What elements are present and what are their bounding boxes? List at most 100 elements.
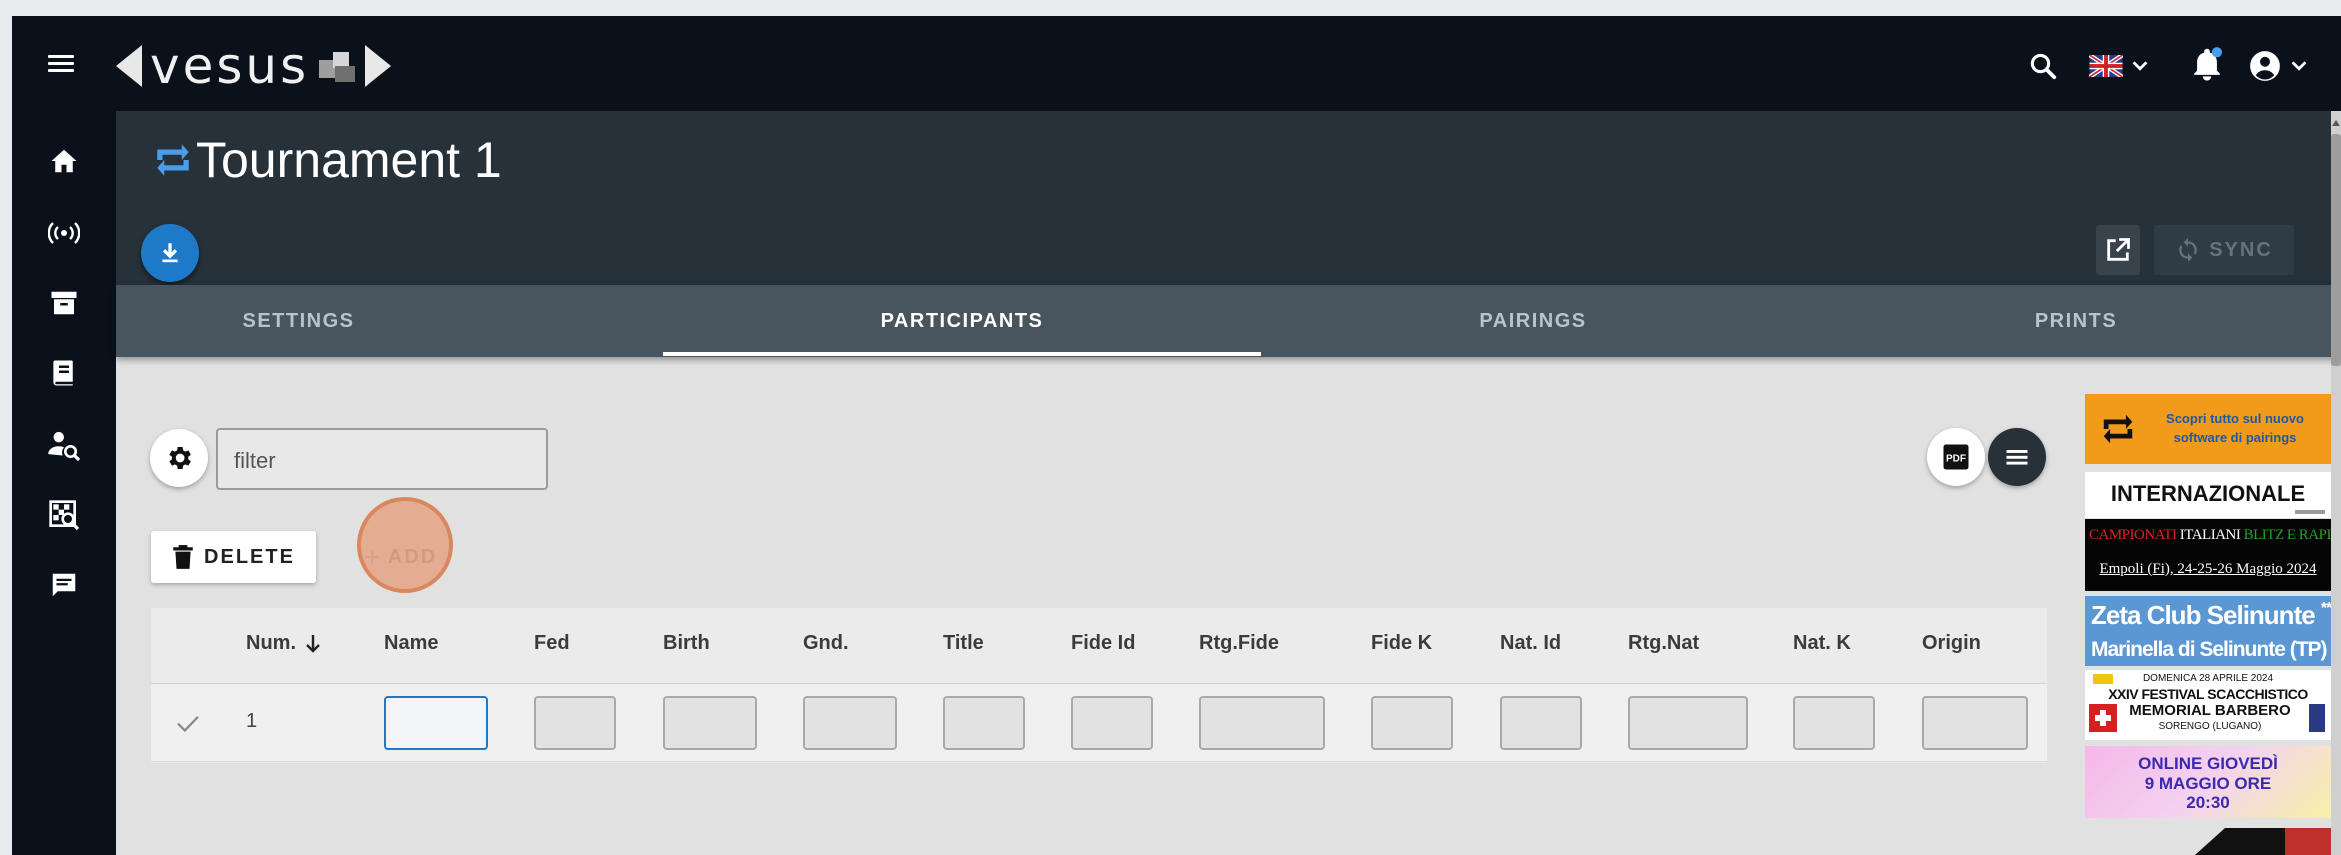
table-settings-button[interactable] xyxy=(150,429,208,487)
sidebar-item-board-search[interactable] xyxy=(44,495,84,535)
column-header-rtg-fide[interactable]: Rtg.Fide xyxy=(1199,632,1279,655)
column-header-name[interactable]: Name xyxy=(384,632,438,655)
vesus-logo[interactable]: vesus xyxy=(116,36,392,96)
logo-left-chevron xyxy=(116,45,142,87)
banner-text: 20:30 xyxy=(2186,793,2230,813)
swap-arrows-icon xyxy=(2103,414,2133,444)
banner-memorial-barbero[interactable]: DOMENICA 28 APRILE 2024 XXIV FESTIVAL SC… xyxy=(2085,670,2331,740)
banner-campionati-italiani[interactable]: CAMPIONATI ITALIANI BLITZ E RAPID Empoli… xyxy=(2085,519,2331,591)
pdf-export-button[interactable]: PDF xyxy=(1927,428,1985,486)
column-header-num[interactable]: Num. xyxy=(246,632,296,655)
banner-text: XXIV FESTIVAL SCACCHISTICO xyxy=(2108,686,2308,702)
banner-pairings-software[interactable]: Scopri tutto sul nuovo software di pairi… xyxy=(2085,394,2331,464)
banner-text: Empoli (Fi), 24-25-26 Maggio 2024 xyxy=(2099,561,2317,577)
pdf-icon: PDF xyxy=(1943,444,1969,470)
banner-text: CAMPIONATI xyxy=(2089,527,2177,543)
sidebar-item-live[interactable] xyxy=(44,213,84,253)
banner-stars: **** xyxy=(2320,600,2331,617)
open-external-icon xyxy=(2107,238,2130,261)
delete-button[interactable]: DELETE xyxy=(151,531,316,583)
column-header-rtg-nat[interactable]: Rtg.Nat xyxy=(1628,632,1699,655)
ads-column: Scopri tutto sul nuovo software di pairi… xyxy=(2085,394,2331,855)
banner-partial[interactable] xyxy=(2085,828,2331,855)
column-header-fide-id[interactable]: Fide Id xyxy=(1071,632,1135,655)
fide-k-field[interactable] xyxy=(1371,696,1453,750)
chat-icon xyxy=(52,573,76,597)
row-number: 1 xyxy=(246,710,258,732)
tab-prints[interactable]: PRINTS xyxy=(2006,285,2146,357)
logo-text: vesus xyxy=(150,37,310,95)
banner-online-event[interactable]: ONLINE GIOVEDÌ 9 MAGGIO ORE 20:30 xyxy=(2085,746,2331,818)
scroll-up-arrow-icon[interactable] xyxy=(2331,116,2341,130)
column-header-nat-id[interactable]: Nat. Id xyxy=(1500,632,1561,655)
open-external-button[interactable] xyxy=(2096,225,2140,275)
column-header-nat-k[interactable]: Nat. K xyxy=(1793,632,1851,655)
nat-id-field[interactable] xyxy=(1500,696,1582,750)
banner-text: software di pairings xyxy=(2173,429,2297,445)
gender-field[interactable] xyxy=(803,696,897,750)
sync-icon xyxy=(2179,238,2197,262)
banner-internazionale[interactable]: INTERNAZIONALE xyxy=(2085,472,2331,518)
banner-text: SORENGO (LUGANO) xyxy=(2158,721,2262,732)
sidebar-item-home[interactable] xyxy=(44,141,84,181)
rtg-fide-field[interactable] xyxy=(1199,696,1325,750)
home-icon xyxy=(51,149,77,173)
sidebar-item-archive[interactable] xyxy=(44,283,84,323)
rtg-nat-field[interactable] xyxy=(1628,696,1748,750)
origin-field[interactable] xyxy=(1922,696,2028,750)
window-frame-left xyxy=(0,16,12,855)
menu-icon[interactable] xyxy=(48,52,76,74)
banner-zeta-club[interactable]: Zeta Club Selinunte **** Marinella di Se… xyxy=(2085,596,2331,666)
player-search-icon xyxy=(48,431,81,461)
live-broadcast-icon xyxy=(48,222,80,244)
banner-text: 9 MAGGIO ORE xyxy=(2144,773,2272,793)
column-header-fide-k[interactable]: Fide K xyxy=(1371,632,1432,655)
trash-icon xyxy=(173,545,193,569)
notifications-bell-icon[interactable] xyxy=(2190,46,2224,84)
column-header-fed[interactable]: Fed xyxy=(534,632,570,655)
account-circle-icon xyxy=(2250,51,2280,81)
tab-pairings[interactable]: PAIRINGS xyxy=(1458,285,1608,357)
banner-text: BLITZ E RAPID xyxy=(2243,527,2331,543)
fide-id-field[interactable] xyxy=(1071,696,1153,750)
column-header-origin[interactable]: Origin xyxy=(1922,632,1981,655)
sync-button[interactable]: SYNC xyxy=(2154,225,2294,275)
title-field[interactable] xyxy=(943,696,1025,750)
banner-text: INTERNAZIONALE xyxy=(2110,481,2306,506)
plus-icon: + xyxy=(364,541,382,572)
check-icon[interactable] xyxy=(173,708,203,738)
nat-k-field[interactable] xyxy=(1793,696,1875,750)
tab-participants[interactable]: PARTICIPANTS xyxy=(663,285,1261,357)
sidebar-item-player-search[interactable] xyxy=(44,425,84,465)
scrollbar-thumb[interactable] xyxy=(2331,134,2341,366)
banner-text: DOMENICA 28 APRILE 2024 xyxy=(2142,673,2274,684)
sidebar-item-book[interactable] xyxy=(44,353,84,393)
banner-text: MEMORIAL BARBERO xyxy=(2129,702,2291,719)
banner-text: Zeta Club Selinunte xyxy=(2091,600,2316,630)
filter-input[interactable]: filter xyxy=(216,428,548,490)
tab-bar: SETTINGS PARTICIPANTS PAIRINGS PRINTS xyxy=(116,285,2341,357)
column-header-birth[interactable]: Birth xyxy=(663,632,710,655)
tournament-header: Tournament 1 SYNC xyxy=(116,111,2341,285)
search-icon[interactable] xyxy=(2028,51,2058,81)
language-selector[interactable] xyxy=(2089,51,2155,81)
birth-field[interactable] xyxy=(663,696,757,750)
column-header-gender[interactable]: Gnd. xyxy=(803,632,849,655)
sidebar-item-chat[interactable] xyxy=(44,565,84,605)
list-menu-button[interactable] xyxy=(1988,428,2046,486)
delete-label: DELETE xyxy=(204,545,295,568)
download-button[interactable] xyxy=(141,224,199,282)
logo-squares-icon xyxy=(315,46,359,86)
chevron-down-icon xyxy=(2132,61,2148,71)
page-title: Tournament 1 xyxy=(196,132,502,188)
tab-settings[interactable]: SETTINGS xyxy=(216,285,381,357)
column-header-title[interactable]: Title xyxy=(943,632,984,655)
sidebar xyxy=(12,111,116,855)
account-menu[interactable] xyxy=(2248,50,2318,82)
name-field[interactable] xyxy=(384,696,488,750)
chevron-down-icon xyxy=(2291,61,2307,71)
table-header: Num. Name Fed Birth Gnd. Title Fide Id R… xyxy=(151,608,2047,684)
add-button[interactable]: + ADD xyxy=(346,531,456,583)
fed-field[interactable] xyxy=(534,696,616,750)
arrow-down-icon[interactable] xyxy=(303,632,323,656)
